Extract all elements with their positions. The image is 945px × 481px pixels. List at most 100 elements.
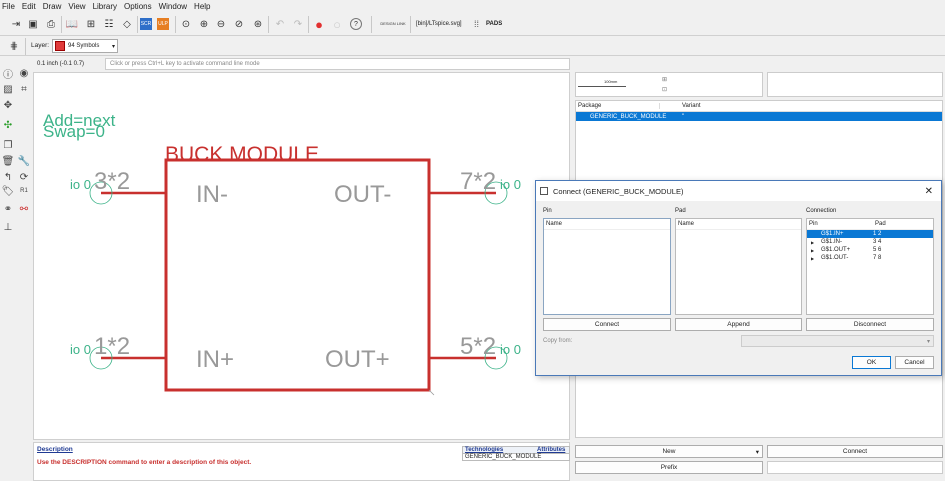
expand-icon[interactable]: ▶ xyxy=(807,248,821,253)
pin-name-header[interactable]: Name xyxy=(544,219,670,230)
dialog-app-icon xyxy=(540,187,548,195)
dimension-icon[interactable]: ⊥ xyxy=(1,220,15,234)
redo-icon[interactable]: ↷ xyxy=(290,16,306,32)
package-preview: 100mm ⊞ ⊡ xyxy=(575,72,763,97)
pad-name-header[interactable]: Name xyxy=(676,219,801,230)
open-icon[interactable]: ⇥ xyxy=(8,16,24,32)
group-icon[interactable]: ✣ xyxy=(1,118,15,132)
prefix-button[interactable]: Prefix xyxy=(575,461,763,474)
menu-draw[interactable]: Draw xyxy=(43,2,62,11)
pad-list[interactable]: Name xyxy=(675,218,802,315)
zoom-select-icon[interactable]: ⊘ xyxy=(231,16,247,32)
delete-attribute-icon[interactable]: ⚯ xyxy=(17,202,31,216)
pin-name-out-minus: OUT- xyxy=(334,181,391,208)
menu-view[interactable]: View xyxy=(68,2,85,11)
grid-icon[interactable]: ⊞ xyxy=(83,16,99,32)
tool-palette: ⓘ ◉ ▨ ⌗ ✥ ✣ ❐ 🗑 🔧 ↰ ⟳ 🏷 R1 ⚭ ⚯ ⊥ xyxy=(0,62,33,242)
variant-preview xyxy=(767,72,943,97)
display-icon[interactable]: ▨ xyxy=(1,82,15,96)
package-icon[interactable]: ◇ xyxy=(119,16,135,32)
move-icon[interactable]: ✥ xyxy=(1,98,15,112)
tag-icon[interactable]: 🏷 xyxy=(1,184,15,198)
r1-icon[interactable]: R1 xyxy=(17,184,31,198)
ok-button[interactable]: OK xyxy=(852,356,891,369)
command-input[interactable]: Click or press Ctrl+L key to activate co… xyxy=(105,58,570,70)
connection-row[interactable]: ▶ G$1.OUT+ 5 6 xyxy=(807,246,933,254)
package-column-header[interactable]: Package xyxy=(576,103,660,109)
zoom-last-icon[interactable]: ⊛ xyxy=(250,16,266,32)
attribute-icon[interactable]: ⚭ xyxy=(1,202,15,216)
variant-column-header[interactable]: Variant xyxy=(660,103,701,109)
description-heading[interactable]: Description xyxy=(37,446,73,453)
pin-name-out-plus: OUT+ xyxy=(325,346,390,373)
copy-icon[interactable]: ❐ xyxy=(1,138,15,152)
go-icon[interactable]: ○ xyxy=(329,16,345,32)
disconnect-button[interactable]: Disconnect xyxy=(806,318,934,331)
layer-select[interactable]: 94 Symbols ▾ xyxy=(52,39,118,53)
mark-icon[interactable]: ⌗ xyxy=(17,82,31,96)
save-icon[interactable]: ▣ xyxy=(25,16,41,32)
menu-help[interactable]: Help xyxy=(194,2,210,11)
command-bar: 0.1 inch (-0.1 0.7) Click or press Ctrl+… xyxy=(33,57,570,71)
undo-icon[interactable]: ↶ xyxy=(272,16,288,32)
zoom-fit-icon[interactable]: ⊙ xyxy=(178,16,194,32)
connect-button[interactable]: Connect xyxy=(767,445,943,458)
info-icon[interactable]: ⓘ xyxy=(1,66,15,81)
design-link-icon[interactable]: DESIGN LINK xyxy=(378,16,408,32)
connection-section-label: Connection xyxy=(806,208,837,214)
layer-label: Layer: xyxy=(31,42,50,49)
prefix-input[interactable] xyxy=(767,461,943,474)
copy-from-select[interactable]: ▾ xyxy=(741,335,934,347)
connection-row[interactable]: G$1.IN+ 1 2 xyxy=(807,230,933,238)
menu-file[interactable]: File xyxy=(2,2,15,11)
cursor-mark xyxy=(428,389,435,396)
connection-pin-header[interactable]: Pin xyxy=(809,221,875,227)
grid-toggle-icon[interactable]: ⋕ xyxy=(6,38,22,54)
connection-list[interactable]: Pin Pad G$1.IN+ 1 2 ▶ G$1.IN- 3 4 ▶ G$1.… xyxy=(806,218,934,315)
coordinate-readout: 0.1 inch (-0.1 0.7) xyxy=(37,61,85,67)
new-button[interactable]: New ▾ xyxy=(575,445,763,458)
connection-row[interactable]: ▶ G$1.IN- 3 4 xyxy=(807,238,933,246)
append-button[interactable]: Append xyxy=(675,318,802,331)
schematic-canvas[interactable]: Add=next Swap=0 BUCK MODULE IN- OUT- IN+… xyxy=(33,72,570,440)
pads-label: PADS xyxy=(486,21,503,27)
package-row[interactable]: GENERIC_BUCK_MODULE '' xyxy=(576,112,942,121)
cancel-button[interactable]: Cancel xyxy=(895,356,934,369)
stop-icon[interactable]: ● xyxy=(311,16,327,32)
print-icon[interactable]: ⎙ xyxy=(43,16,59,32)
layer-value: 94 Symbols xyxy=(68,43,100,49)
close-icon[interactable]: ✕ xyxy=(925,186,933,197)
connection-pad-header[interactable]: Pad xyxy=(875,221,886,227)
pin-list[interactable]: Name xyxy=(543,218,671,315)
expand-icon[interactable]: ▶ xyxy=(807,240,821,245)
expand-icon[interactable]: ▶ xyxy=(807,256,821,261)
connect-button[interactable]: Connect xyxy=(543,318,671,331)
layers-icon[interactable]: ☷ xyxy=(101,16,117,32)
connection-row[interactable]: ▶ G$1.OUT- 7 8 xyxy=(807,254,933,262)
symbol-drawing: Add=next Swap=0 BUCK MODULE IN- OUT- IN+… xyxy=(43,111,521,396)
show-icon[interactable]: ◉ xyxy=(17,66,31,80)
connect-dialog: Connect (GENERIC_BUCK_MODULE) ✕ Pin Pad … xyxy=(535,180,942,376)
description-panel: Description Use the DESCRIPTION command … xyxy=(33,442,570,481)
copy-from-label: Copy from: xyxy=(543,338,573,344)
menu-window[interactable]: Window xyxy=(159,2,187,11)
library-icon[interactable]: 📖 xyxy=(64,16,80,32)
pin-pad-in-plus: 1*2 xyxy=(94,333,130,360)
wrench-icon[interactable]: 🔧 xyxy=(17,154,31,168)
rotate-icon[interactable]: ⟳ xyxy=(17,170,31,184)
menu-edit[interactable]: Edit xyxy=(22,2,36,11)
technologies-row[interactable]: GENERIC_BUCK_MODULE xyxy=(463,454,569,460)
scr-icon[interactable]: SCR xyxy=(140,18,152,30)
pin-name-in-minus: IN- xyxy=(196,181,228,208)
zoom-in-icon[interactable]: ⊕ xyxy=(196,16,212,32)
help-icon[interactable]: ? xyxy=(350,18,362,30)
preview-scale: 100mm xyxy=(604,79,618,84)
menu-options[interactable]: Options xyxy=(124,2,152,11)
delete-icon[interactable]: 🗑 xyxy=(1,154,15,168)
ulp-icon[interactable]: ULP xyxy=(157,18,169,30)
dialog-titlebar: Connect (GENERIC_BUCK_MODULE) ✕ xyxy=(536,181,941,201)
pin-io-out-minus: io 0 xyxy=(500,177,521,192)
zoom-out-icon[interactable]: ⊖ xyxy=(213,16,229,32)
menu-library[interactable]: Library xyxy=(93,2,117,11)
bend-icon[interactable]: ↰ xyxy=(1,170,15,184)
